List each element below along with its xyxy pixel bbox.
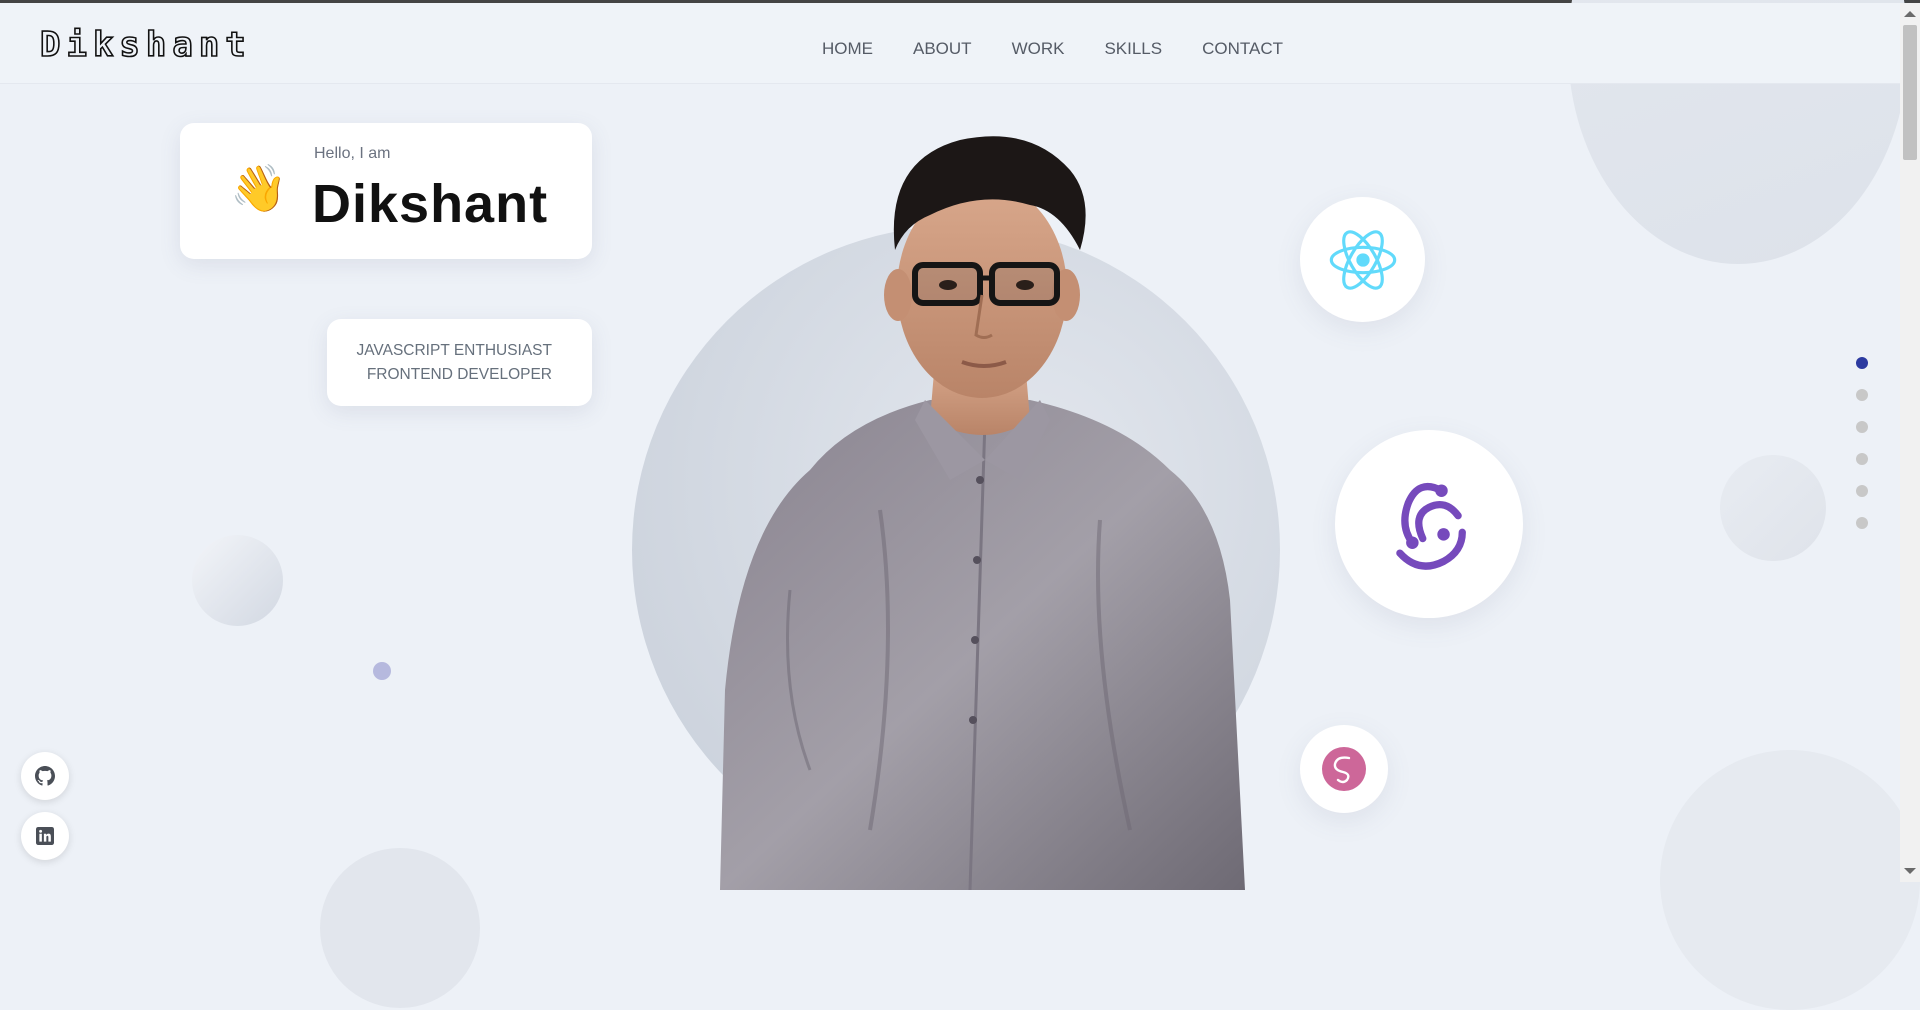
react-icon <box>1329 229 1396 290</box>
section-dot-3[interactable] <box>1856 421 1868 433</box>
role-text: FRONTEND DEVELOPER <box>366 366 552 383</box>
site-logo[interactable]: Dikshant <box>39 24 252 66</box>
decorative-circle <box>1660 750 1920 1010</box>
nav-home[interactable]: HOME <box>822 39 873 59</box>
linkedin-icon <box>36 827 54 845</box>
page-scrollbar[interactable] <box>1900 3 1920 882</box>
scroll-down-icon[interactable] <box>1904 868 1916 874</box>
decorative-circle <box>320 848 480 1008</box>
waving-hand-icon: 👋 <box>230 162 288 214</box>
sass-bubble <box>1300 725 1388 813</box>
section-dot-1[interactable] <box>1856 357 1868 369</box>
role-text: JAVASCRIPT ENTHUSIAST <box>356 342 552 359</box>
scrollbar-thumb[interactable] <box>1903 25 1917 160</box>
profile-photo <box>720 136 1245 890</box>
section-indicator <box>1856 357 1868 529</box>
nav-about[interactable]: ABOUT <box>913 39 972 59</box>
greeting-text: Hello, I am <box>314 145 391 162</box>
scroll-up-icon[interactable] <box>1904 11 1916 17</box>
hero-name: Dikshant <box>312 174 549 234</box>
redux-icon <box>1396 482 1466 570</box>
decorative-circle <box>1720 455 1826 561</box>
nav-skills[interactable]: SKILLS <box>1104 39 1162 59</box>
react-bubble <box>1300 197 1425 322</box>
nav-links: HOME ABOUT WORK SKILLS CONTACT <box>822 39 1283 59</box>
decorative-dot <box>373 662 391 680</box>
linkedin-link[interactable] <box>21 812 69 860</box>
section-dot-6[interactable] <box>1856 517 1868 529</box>
redux-bubble <box>1335 430 1523 618</box>
section-dot-2[interactable] <box>1856 389 1868 401</box>
decorative-circle <box>192 535 283 626</box>
nav-contact[interactable]: CONTACT <box>1202 39 1283 59</box>
role-card: JAVASCRIPT ENTHUSIAST FRONTEND DEVELOPER <box>327 319 592 406</box>
section-dot-4[interactable] <box>1856 453 1868 465</box>
intro-card: 👋 Hello, I am Dikshant <box>180 123 592 259</box>
nav-work[interactable]: WORK <box>1012 39 1065 59</box>
github-icon <box>35 766 55 786</box>
navbar: Dikshant HOME ABOUT WORK SKILLS CONTACT <box>0 3 1900 84</box>
section-dot-5[interactable] <box>1856 485 1868 497</box>
sass-icon <box>1322 747 1366 791</box>
github-link[interactable] <box>21 752 69 800</box>
